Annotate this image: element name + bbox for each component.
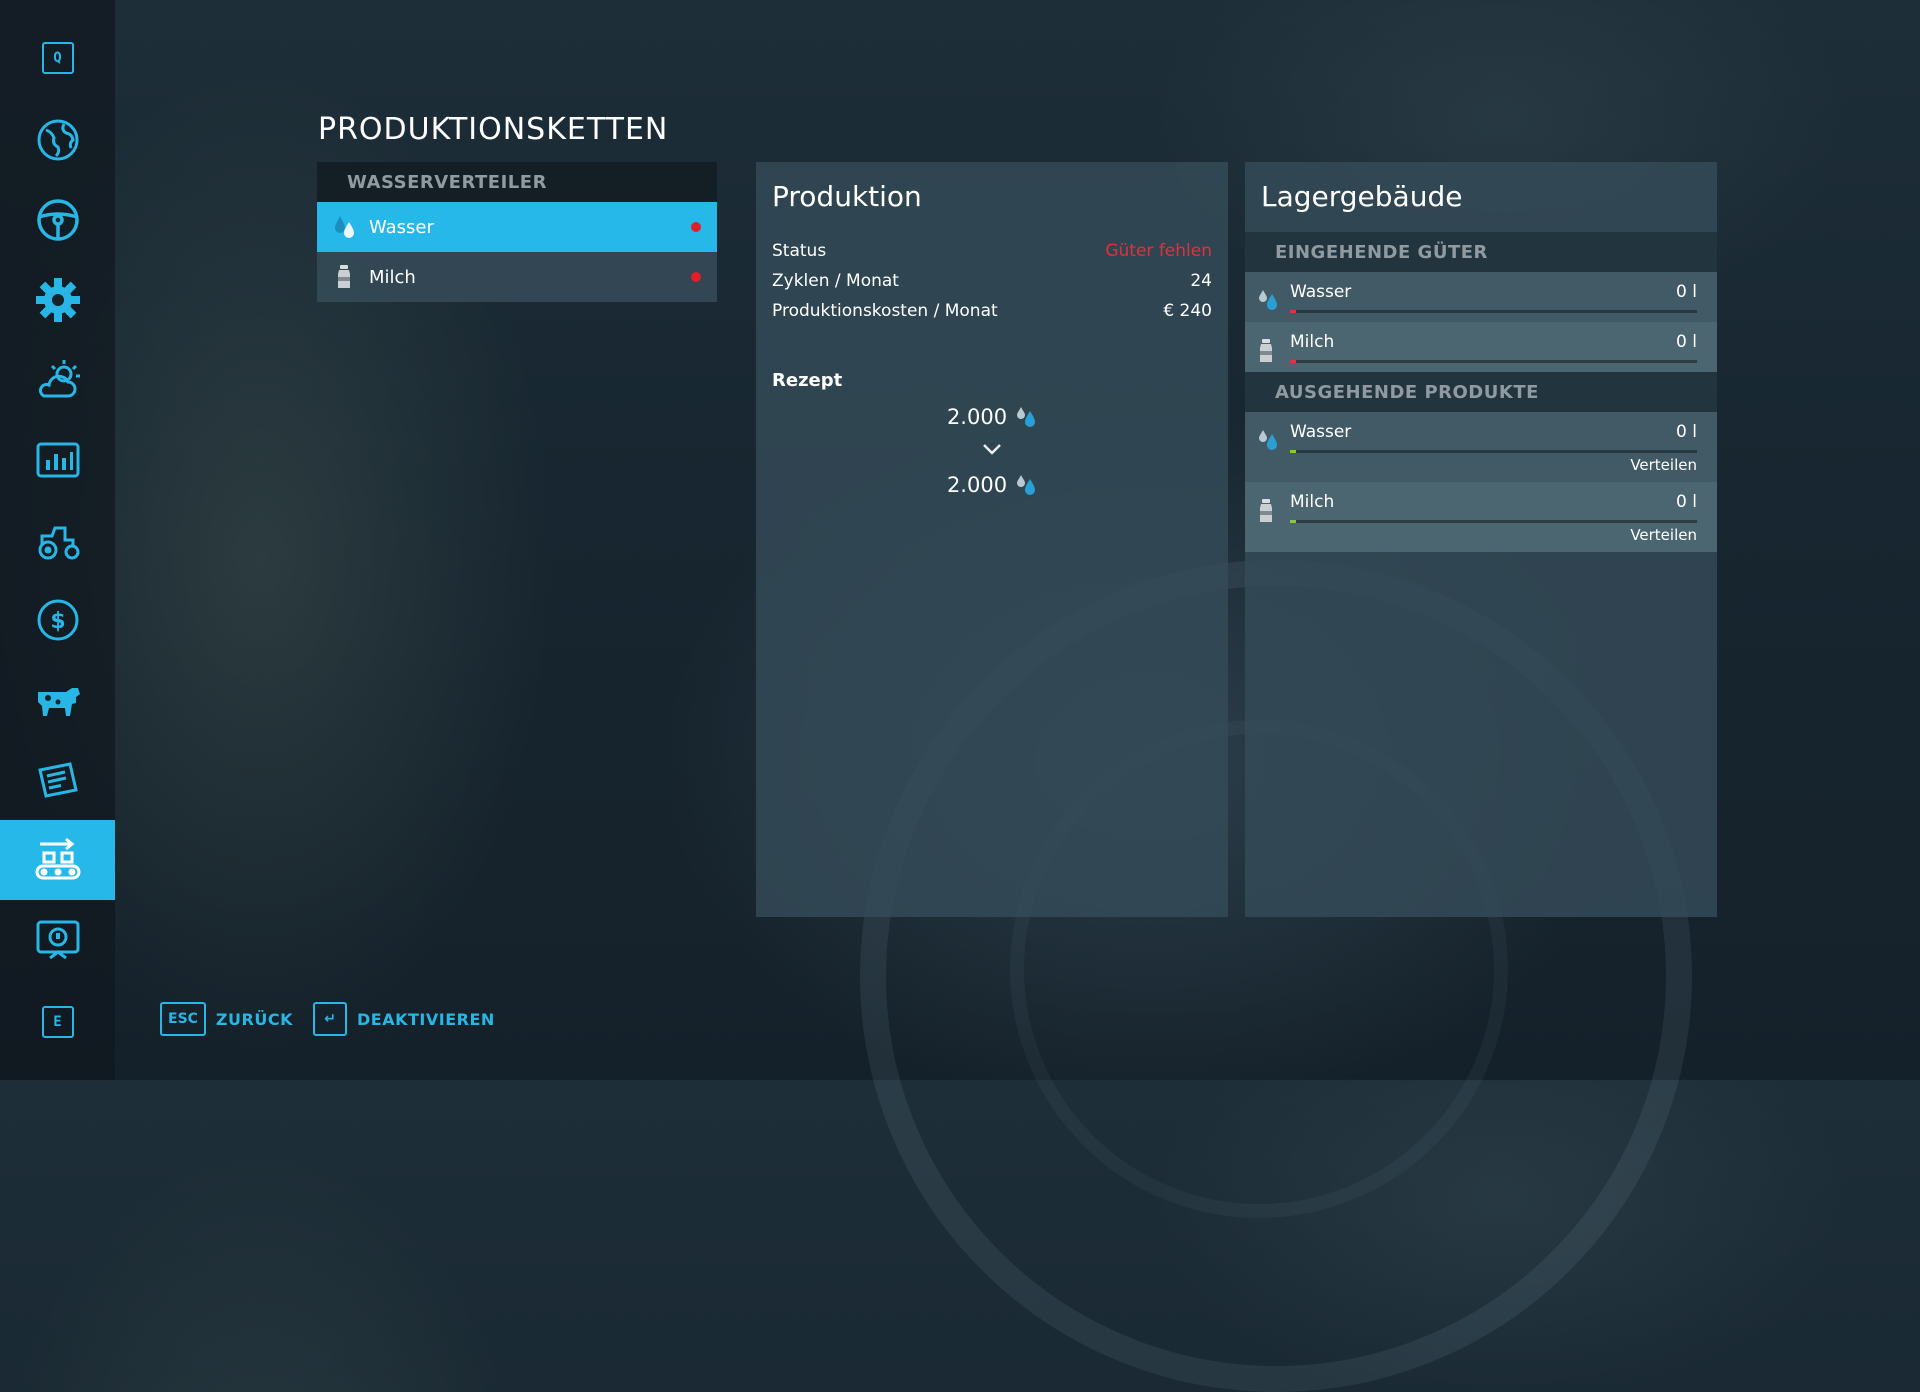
weather-icon — [38, 360, 80, 398]
water-drop-icon — [1257, 288, 1279, 316]
good-amount: 0 l — [1676, 332, 1697, 352]
cost-value: € 240 — [1163, 301, 1212, 321]
distribute-toggle[interactable]: Verteilen — [1630, 456, 1697, 474]
deactivate-button[interactable]: ↵ DEAKTIVIEREN — [313, 1001, 495, 1037]
chain-list-header: WASSERVERTEILER — [317, 162, 717, 202]
water-drop-icon — [1257, 428, 1279, 456]
fill-level-bar — [1290, 310, 1697, 313]
production-panel: Produktion Status Güter fehlen Zyklen / … — [756, 162, 1228, 917]
help-icon — [36, 920, 79, 960]
chevron-down-icon — [983, 444, 1001, 455]
recipe-label: Rezept — [772, 370, 843, 391]
good-amount: 0 l — [1676, 282, 1697, 302]
cycles-label: Zyklen / Monat — [772, 271, 899, 291]
fill-level-bar — [1290, 450, 1697, 453]
incoming-row-wasser: Wasser 0 l — [1245, 272, 1717, 322]
chain-item-label: Milch — [369, 266, 416, 288]
distribute-toggle[interactable]: Verteilen — [1630, 526, 1697, 544]
fill-level — [1290, 520, 1296, 523]
chain-item-wasser[interactable]: Wasser — [317, 202, 717, 252]
outgoing-row-wasser: Wasser 0 l Verteilen — [1245, 412, 1717, 482]
outgoing-products-header: AUSGEHENDE PRODUKTE — [1245, 372, 1717, 412]
settings-gear-icon — [35, 278, 80, 322]
chain-item-label: Wasser — [369, 216, 434, 238]
sidebar-key-q[interactable]: Q — [0, 18, 115, 98]
fill-level-bar — [1290, 360, 1697, 363]
globe-map-icon — [37, 119, 78, 161]
fill-level — [1290, 360, 1296, 363]
recipe-output: 2.000 — [756, 473, 1228, 497]
recipe-output-amount: 2.000 — [946, 473, 1008, 497]
production-chains-icon — [35, 837, 80, 880]
water-drop-icon — [329, 214, 359, 240]
status-dot-missing — [691, 222, 701, 232]
sidebar-item-weather[interactable] — [0, 340, 115, 420]
cost-label: Produktionskosten / Monat — [772, 301, 998, 321]
fill-level — [1290, 450, 1296, 453]
outgoing-row-milch: Milch 0 l Verteilen — [1245, 482, 1717, 552]
storage-title: Lagergebäude — [1261, 180, 1463, 213]
chain-item-milch[interactable]: Milch — [317, 252, 717, 302]
product-amount: 0 l — [1676, 422, 1697, 442]
incoming-goods-header: EINGEHENDE GÜTER — [1245, 232, 1717, 272]
sidebar-item-settings[interactable] — [0, 260, 115, 340]
status-label: Status — [772, 241, 827, 261]
production-chain-list: WASSERVERTEILER Wasser Milch — [317, 162, 717, 302]
status-dot-missing — [691, 272, 701, 282]
product-name: Wasser — [1290, 422, 1352, 442]
milk-can-icon — [1257, 338, 1275, 368]
good-name: Wasser — [1290, 282, 1352, 302]
page-title: PRODUKTIONSKETTEN — [318, 112, 669, 147]
statistics-chart-icon — [36, 442, 79, 478]
contracts-icon — [37, 762, 78, 798]
sidebar-item-garage[interactable] — [0, 500, 115, 580]
animals-cow-icon — [37, 688, 80, 716]
production-title: Produktion — [772, 180, 922, 213]
deactivate-label: DEAKTIVIEREN — [357, 1009, 495, 1029]
cost-row: Produktionskosten / Monat € 240 — [772, 297, 1212, 325]
back-button[interactable]: ESC ZURÜCK — [160, 1001, 293, 1037]
sidebar-item-vehicles[interactable] — [0, 180, 115, 260]
fill-level — [1290, 310, 1296, 313]
water-drop-icon — [1017, 475, 1036, 495]
sidebar: Q $ E — [0, 0, 115, 1080]
finance-dollar-icon: $ — [37, 599, 78, 641]
sidebar-item-map[interactable] — [0, 100, 115, 180]
key-q-icon: Q — [41, 42, 74, 74]
sidebar-item-production-chains[interactable] — [0, 820, 115, 900]
status-row: Status Güter fehlen — [772, 237, 1212, 265]
back-label: ZURÜCK — [215, 1009, 293, 1029]
recipe-input-amount: 2.000 — [946, 405, 1008, 429]
product-amount: 0 l — [1676, 492, 1697, 512]
recipe-input: 2.000 — [756, 405, 1228, 429]
sidebar-item-statistics[interactable] — [0, 420, 115, 500]
sidebar-item-animals[interactable] — [0, 660, 115, 740]
sidebar-item-finances[interactable]: $ — [0, 580, 115, 660]
tractor-icon — [38, 526, 79, 560]
sidebar-key-e[interactable]: E — [0, 982, 115, 1062]
product-name: Milch — [1290, 492, 1335, 512]
esc-key-icon: ESC — [160, 1002, 206, 1036]
cycles-row: Zyklen / Monat 24 — [772, 267, 1212, 295]
steering-wheel-icon — [36, 199, 79, 241]
enter-key-icon: ↵ — [313, 1002, 347, 1036]
good-name: Milch — [1290, 332, 1335, 352]
storage-panel: Lagergebäude EINGEHENDE GÜTER Wasser 0 l… — [1245, 162, 1717, 917]
cycles-value: 24 — [1190, 271, 1212, 291]
water-drop-icon — [1017, 407, 1036, 427]
incoming-row-milch: Milch 0 l — [1245, 322, 1717, 372]
status-value: Güter fehlen — [1105, 241, 1212, 261]
svg-text:$: $ — [50, 609, 65, 634]
fill-level-bar — [1290, 520, 1697, 523]
sidebar-item-contracts[interactable] — [0, 740, 115, 820]
milk-can-icon — [329, 264, 359, 290]
sidebar-item-help[interactable] — [0, 900, 115, 980]
key-e-icon: E — [41, 1006, 74, 1038]
milk-can-icon — [1257, 498, 1275, 528]
